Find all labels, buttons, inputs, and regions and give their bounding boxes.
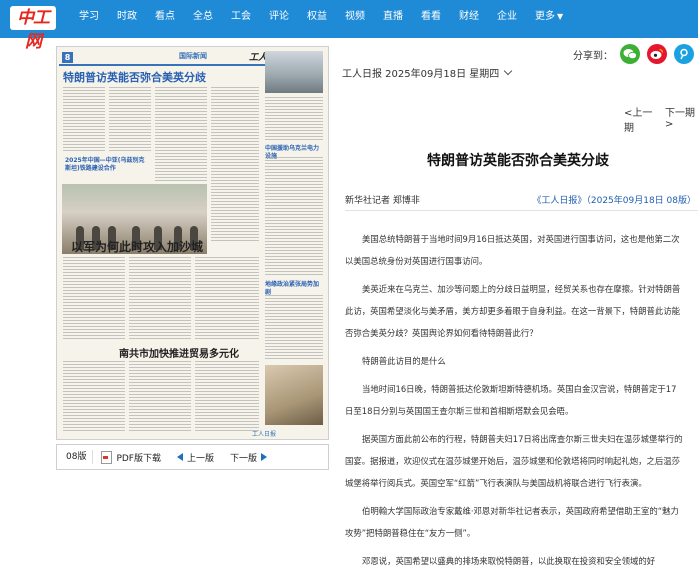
- share-bar: 分享到：: [573, 44, 694, 64]
- newspaper-text-block[interactable]: [211, 87, 259, 242]
- nav-item-enterprise[interactable]: 企业: [488, 0, 526, 38]
- article-paragraph: 美英近来在乌克兰、加沙等问题上的分歧日益明显，经贸关系也存在摩擦。针对特朗普此访…: [345, 284, 681, 338]
- arrow-left-icon: [177, 453, 183, 461]
- newspaper-text-block[interactable]: [265, 97, 323, 141]
- pdf-download-button[interactable]: PDF版下载: [93, 450, 169, 464]
- newspaper-text-block[interactable]: [63, 257, 125, 341]
- newspaper-page-image[interactable]: 8 国际新闻 工人日报 特朗普访英能否弥合美英分歧 2025年中国—中亚(乌兹别…: [56, 46, 329, 440]
- nav-item-highlights[interactable]: 看点: [146, 0, 184, 38]
- nav-item-union[interactable]: 工会: [222, 0, 260, 38]
- nav-item-commentary[interactable]: 评论: [260, 0, 298, 38]
- article-paragraph: 伯明翰大学国际政治专家戴维·邓恩对新华社记者表示，英国政府希望借助王室的“魅力攻…: [345, 506, 679, 538]
- wechat-share-icon[interactable]: [620, 44, 640, 64]
- page-pager: 08版 PDF版下载 上一版 下一版: [56, 444, 329, 470]
- newspaper-headline-second[interactable]: 以军为何此时攻入加沙城: [71, 238, 203, 255]
- nav-item-finance[interactable]: 财经: [450, 0, 488, 38]
- chevron-down-icon: [504, 66, 513, 76]
- main-nav: 学习 时政 看点 全总 工会 评论 权益 视频 直播 看看 财经 企业 更多 ▼: [70, 0, 572, 38]
- nav-item-politics[interactable]: 时政: [108, 0, 146, 38]
- newspaper-section-name: 国际新闻: [179, 52, 207, 60]
- newspaper-text-block[interactable]: [265, 295, 323, 361]
- tencent-weibo-share-icon[interactable]: [674, 44, 694, 64]
- article-paragraph: 美国总统特朗普于当地时间9月16日抵达英国，对英国进行国事访问，这也是他第二次以…: [345, 234, 680, 266]
- newspaper-text-block[interactable]: [109, 87, 151, 153]
- current-page-label[interactable]: 08版: [57, 450, 94, 464]
- nav-item-live[interactable]: 直播: [374, 0, 412, 38]
- newspaper-headline-main[interactable]: 特朗普访英能否弥合美英分歧: [63, 69, 206, 85]
- issue-date-label: 工人日报 2025年09月18日 星期四: [342, 69, 500, 80]
- newspaper-photo[interactable]: [265, 51, 323, 93]
- nav-item-video[interactable]: 视频: [336, 0, 374, 38]
- next-page-button[interactable]: 下一版: [222, 451, 275, 464]
- newspaper-footer: 工人日报: [252, 431, 277, 438]
- pdf-icon: [101, 450, 113, 464]
- nav-item-rights[interactable]: 权益: [298, 0, 336, 38]
- newspaper-text-block[interactable]: [63, 361, 125, 433]
- newspaper-text-block[interactable]: [265, 157, 323, 277]
- article-paragraph: 当地时间16日晚，特朗普抵达伦敦斯坦斯特德机场。英国白金汉宫说，特朗普定于17日…: [345, 384, 677, 416]
- newspaper-text-block[interactable]: [129, 257, 191, 341]
- nav-more-label: 更多: [535, 11, 555, 22]
- pdf-download-label: PDF版下载: [116, 453, 161, 464]
- issue-date-selector[interactable]: 工人日报 2025年09月18日 星期四: [342, 65, 513, 80]
- newspaper-headline-third[interactable]: 南共市加快推进贸易多元化: [119, 345, 239, 360]
- divider: [345, 210, 698, 211]
- prev-page-label: 上一版: [187, 453, 215, 464]
- newspaper-page-number: 8: [62, 52, 73, 63]
- article-subheading: 特朗普此访目的是什么: [362, 356, 446, 366]
- chevron-down-icon: ▼: [557, 12, 564, 21]
- newspaper-text-block[interactable]: [155, 87, 207, 182]
- site-logo[interactable]: 中工网: [10, 6, 56, 52]
- newspaper-text-block[interactable]: [63, 87, 105, 153]
- nav-item-more[interactable]: 更多 ▼: [526, 0, 572, 38]
- article-title: 特朗普访英能否弥合美英分歧: [427, 153, 609, 169]
- nav-item-study[interactable]: 学习: [70, 0, 108, 38]
- article-byline: 新华社记者 郑博非: [345, 196, 420, 206]
- arrow-right-icon: [261, 453, 268, 461]
- issue-navigation: <上一期 下一期>: [616, 104, 698, 134]
- next-issue-link[interactable]: 下一期>: [665, 104, 698, 134]
- newspaper-subhead[interactable]: 2025年中国—中亚(乌兹别克斯坦)铁路建设合作: [65, 157, 145, 173]
- nav-item-acftu[interactable]: 全总: [184, 0, 222, 38]
- newspaper-text-block[interactable]: [129, 361, 191, 433]
- next-page-label: 下一版: [230, 453, 258, 464]
- newspaper-text-block[interactable]: [195, 361, 259, 433]
- article-paragraph: 据英国方面此前公布的行程，特朗普夫妇17日将出席查尔斯三世夫妇在温莎城堡举行的国…: [345, 434, 683, 488]
- article-source: 《工人日报》（2025年09月18日 08版）: [532, 196, 696, 206]
- nav-item-watch[interactable]: 看看: [412, 0, 450, 38]
- article-paragraph: 邓恩说，英国希望以盛典的排场来取悦特朗普，以此换取在投资和安全领域的好: [362, 556, 656, 566]
- prev-issue-link[interactable]: <上一期: [624, 104, 657, 134]
- article-body: 美国总统特朗普于当地时间9月16日抵达英国，对英国进行国事访问，这也是他第二次以…: [345, 228, 683, 578]
- prev-page-button[interactable]: 上一版: [169, 451, 222, 464]
- share-label: 分享到：: [573, 50, 613, 62]
- top-navigation-bar: 中工网 学习 时政 看点 全总 工会 评论 权益 视频 直播 看看 财经 企业 …: [0, 0, 698, 52]
- weibo-share-icon[interactable]: [647, 44, 667, 64]
- newspaper-text-block[interactable]: [195, 257, 259, 341]
- newspaper-photo[interactable]: [265, 365, 323, 425]
